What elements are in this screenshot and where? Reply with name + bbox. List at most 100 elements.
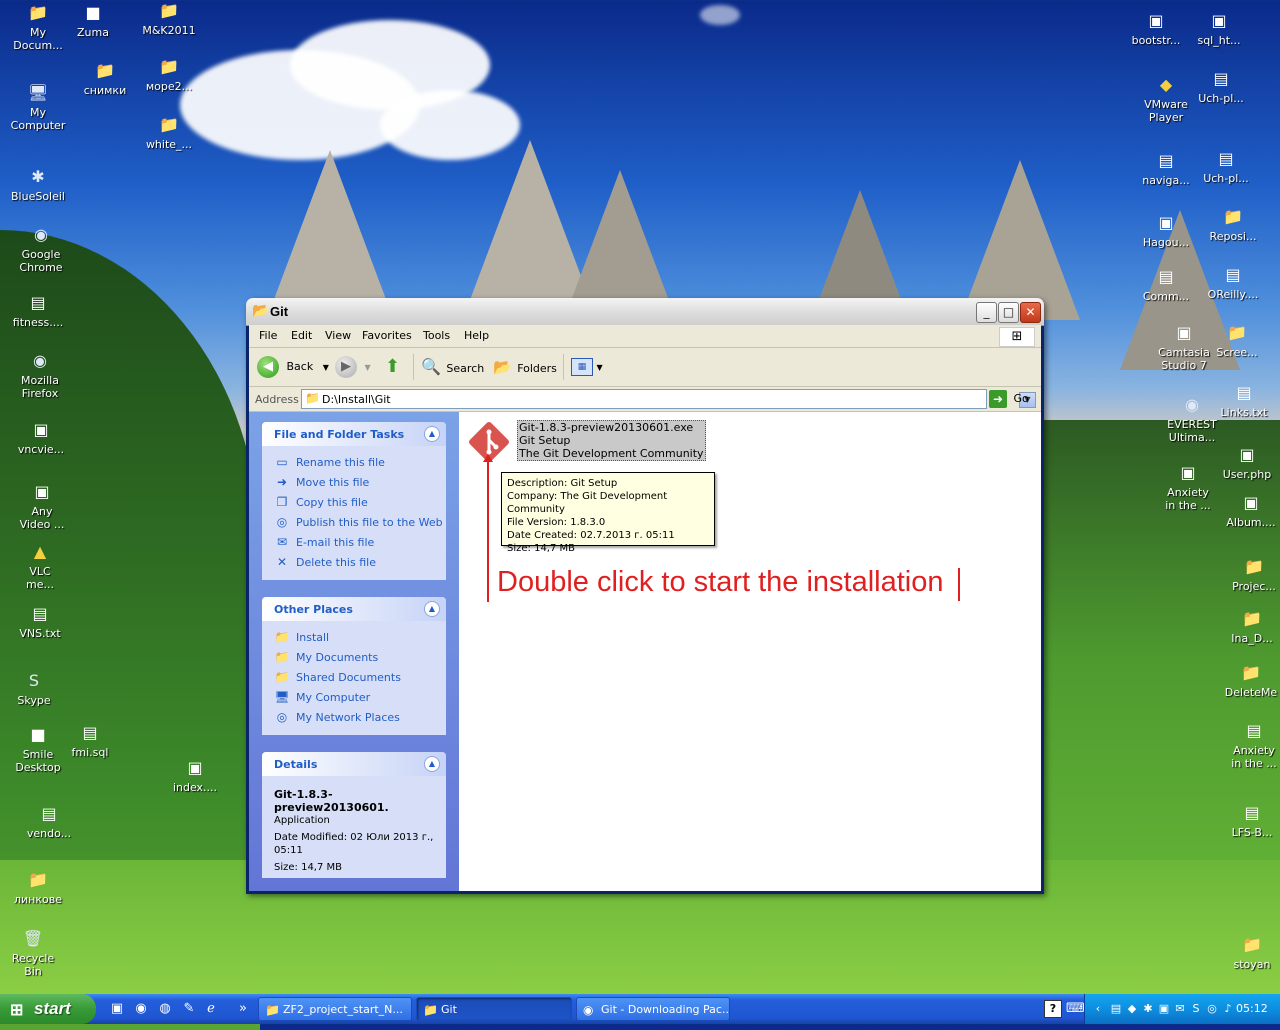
desktop-icon[interactable]: 📁 M&K2011 bbox=[131, 0, 207, 37]
internet-explorer-icon[interactable]: ℯ bbox=[202, 1000, 220, 1018]
search-label: Search bbox=[446, 362, 485, 375]
desktop-icon[interactable]: ▤ vendo... bbox=[11, 803, 87, 840]
tray-app-icon[interactable]: ▤ bbox=[1109, 1001, 1123, 1017]
desktop-icon[interactable]: S Skype bbox=[0, 670, 72, 707]
desktop-icon[interactable]: ▤ Uch-pl... bbox=[1188, 148, 1264, 185]
collapse-icon[interactable]: ▲ bbox=[424, 756, 440, 772]
show-desktop-icon[interactable]: ▣ bbox=[108, 1000, 126, 1018]
desktop-icon[interactable]: ▤ LFS-B... bbox=[1214, 802, 1280, 839]
desktop-icon[interactable]: 📁 white_... bbox=[131, 114, 207, 151]
explorer-window[interactable]: 📂 Git _ □ ✕ File Edit View Favorites Too… bbox=[246, 298, 1044, 894]
desktop-icon[interactable]: 📁 Projec... bbox=[1216, 556, 1280, 593]
up-folder-button[interactable]: ⬆ bbox=[385, 354, 400, 380]
keyboard-icon[interactable]: ⌨ bbox=[1066, 1000, 1085, 1018]
desktop-icon[interactable]: ▣ Any Video ... bbox=[4, 481, 80, 531]
desktop-icon[interactable]: ▤ Links.txt bbox=[1206, 382, 1280, 419]
file-tasks-header[interactable]: File and Folder Tasks ▲ bbox=[262, 422, 446, 446]
maximize-button[interactable]: □ bbox=[998, 302, 1019, 323]
file-task-item[interactable]: ✉ E-mail this file bbox=[274, 532, 446, 552]
desktop-icon[interactable]: ▤ Anxiety in the ... bbox=[1216, 720, 1280, 770]
desktop-icon[interactable]: ▣ vncvie... bbox=[3, 419, 79, 456]
desktop-icon[interactable]: 📁 DeleteMe bbox=[1213, 662, 1280, 699]
menu-favorites[interactable]: Favorites bbox=[362, 329, 412, 342]
desktop-icon[interactable]: 📁 море2... bbox=[131, 56, 207, 93]
taskbar-button-git[interactable]: 📁 Git bbox=[416, 997, 572, 1021]
file-task-item[interactable]: ❐ Copy this file bbox=[274, 492, 446, 512]
desktop-icon-label: Scree... bbox=[1216, 346, 1258, 359]
title-bar[interactable]: 📂 Git _ □ ✕ bbox=[246, 298, 1044, 326]
other-place-item[interactable]: 📁 My Documents bbox=[274, 647, 446, 667]
search-button[interactable]: 🔍 Search bbox=[421, 354, 484, 380]
desktop-icon[interactable]: ▣ User.php bbox=[1209, 444, 1280, 481]
desktop-icon[interactable]: ▣ index.... bbox=[157, 757, 233, 794]
desktop-icon[interactable]: ▤ Uch-pl... bbox=[1183, 68, 1259, 105]
start-button[interactable]: ⊞ start bbox=[0, 994, 96, 1024]
file-task-item[interactable]: ➜ Move this file bbox=[274, 472, 446, 492]
app-icon[interactable]: ◍ bbox=[156, 1000, 174, 1018]
desktop-icon[interactable]: ▣ Hagou... bbox=[1128, 212, 1204, 249]
tray-expand-icon[interactable]: ‹ bbox=[1091, 1001, 1105, 1017]
desktop-icon[interactable]: ▤ OReilly.... bbox=[1195, 264, 1271, 301]
go-button[interactable]: ➜ Go bbox=[989, 389, 1029, 409]
desktop-icon[interactable]: ✱ BlueSoleil bbox=[0, 166, 76, 203]
system-clock[interactable]: 05:12 bbox=[1236, 1002, 1268, 1015]
address-field[interactable]: 📁 D:\Install\Git ▼ bbox=[301, 389, 1036, 409]
views-button[interactable]: ▦ ▼ bbox=[571, 354, 603, 380]
tool-icon[interactable]: ✎ bbox=[180, 1000, 198, 1018]
desktop-icon[interactable]: 🖥 My Computer bbox=[0, 82, 76, 132]
tray-network-icon[interactable]: ▣ bbox=[1157, 1001, 1171, 1017]
desktop-icon[interactable]: ▲ VLC me... bbox=[2, 541, 78, 591]
details-header[interactable]: Details ▲ bbox=[262, 752, 446, 776]
git-file-item[interactable] bbox=[467, 420, 509, 462]
desktop-icon[interactable]: ▣ sql_ht... bbox=[1181, 10, 1257, 47]
file-list-view[interactable]: Git-1.8.3-preview20130601.exe Git Setup … bbox=[459, 412, 1041, 891]
desktop-icon[interactable]: ▤ VNS.txt bbox=[2, 603, 78, 640]
desktop-icon[interactable]: ▤ fitness.... bbox=[0, 292, 76, 329]
desktop-icon[interactable]: ▤ fmi.sql bbox=[52, 722, 128, 759]
desktop-icon[interactable]: ◉ Mozilla Firefox bbox=[2, 350, 78, 400]
forward-button[interactable]: ▶ ▼ bbox=[335, 354, 371, 380]
menu-tools[interactable]: Tools bbox=[423, 329, 450, 342]
tray-app-icon[interactable]: ✉ bbox=[1173, 1001, 1187, 1017]
file-item-label[interactable]: Git-1.8.3-preview20130601.exe Git Setup … bbox=[517, 420, 706, 461]
firefox-icon[interactable]: ◉ bbox=[132, 1000, 150, 1018]
back-button[interactable]: ◀ Back ▼ bbox=[257, 354, 329, 380]
tray-app-icon[interactable]: ◎ bbox=[1205, 1001, 1219, 1017]
desktop-icon[interactable]: 📁 Reposi... bbox=[1195, 206, 1271, 243]
file-task-item[interactable]: ✕ Delete this file bbox=[274, 552, 446, 572]
taskbar-button-zf2[interactable]: 📁 ZF2_project_start_N... bbox=[258, 997, 412, 1021]
menu-view[interactable]: View bbox=[325, 329, 351, 342]
menu-help[interactable]: Help bbox=[464, 329, 489, 342]
other-place-item[interactable]: 📁 Install bbox=[274, 627, 446, 647]
close-button[interactable]: ✕ bbox=[1020, 302, 1041, 323]
desktop-icon[interactable]: ▣ Album.... bbox=[1213, 492, 1280, 529]
file-task-item[interactable]: ◎ Publish this file to the Web bbox=[274, 512, 446, 532]
other-place-item[interactable]: ◎ My Network Places bbox=[274, 707, 446, 727]
desktop-icon[interactable]: 📁 Ina_D... bbox=[1214, 608, 1280, 645]
menu-file[interactable]: File bbox=[259, 329, 277, 342]
quicklaunch-chevron[interactable]: » bbox=[234, 1000, 252, 1018]
desktop-icon[interactable]: 📁 stoyan bbox=[1214, 934, 1280, 971]
help-icon[interactable]: ? bbox=[1044, 1000, 1062, 1018]
tray-bluetooth-icon[interactable]: ✱ bbox=[1141, 1001, 1155, 1017]
other-place-item[interactable]: 🖥 My Computer bbox=[274, 687, 446, 707]
tray-volume-icon[interactable]: ♪ bbox=[1221, 1001, 1235, 1017]
desktop-icon[interactable]: 📁 Scree... bbox=[1199, 322, 1275, 359]
minimize-button[interactable]: _ bbox=[976, 302, 997, 323]
tray-skype-icon[interactable]: S bbox=[1189, 1001, 1203, 1017]
desktop-icon[interactable]: 📁 линкове bbox=[0, 869, 76, 906]
desktop-icon[interactable]: ▤ Comm... bbox=[1128, 266, 1204, 303]
collapse-icon[interactable]: ▲ bbox=[424, 426, 440, 442]
taskbar-button-chrome[interactable]: ◉ Git - Downloading Pac... bbox=[576, 997, 730, 1021]
menu-edit[interactable]: Edit bbox=[291, 329, 312, 342]
tray-app-icon[interactable]: ◆ bbox=[1125, 1001, 1139, 1017]
other-places-header[interactable]: Other Places ▲ bbox=[262, 597, 446, 621]
desktop-icon[interactable]: ◉ Google Chrome bbox=[3, 224, 79, 274]
back-label: Back bbox=[286, 360, 314, 373]
file-task-item[interactable]: ▭ Rename this file bbox=[274, 452, 446, 472]
desktop-icon[interactable]: 🗑 Recycle Bin bbox=[0, 928, 71, 978]
folders-button[interactable]: 📂 Folders bbox=[493, 354, 557, 380]
collapse-icon[interactable]: ▲ bbox=[424, 601, 440, 617]
other-place-item[interactable]: 📁 Shared Documents bbox=[274, 667, 446, 687]
desktop-icon[interactable]: ■ Zuma bbox=[55, 2, 131, 39]
